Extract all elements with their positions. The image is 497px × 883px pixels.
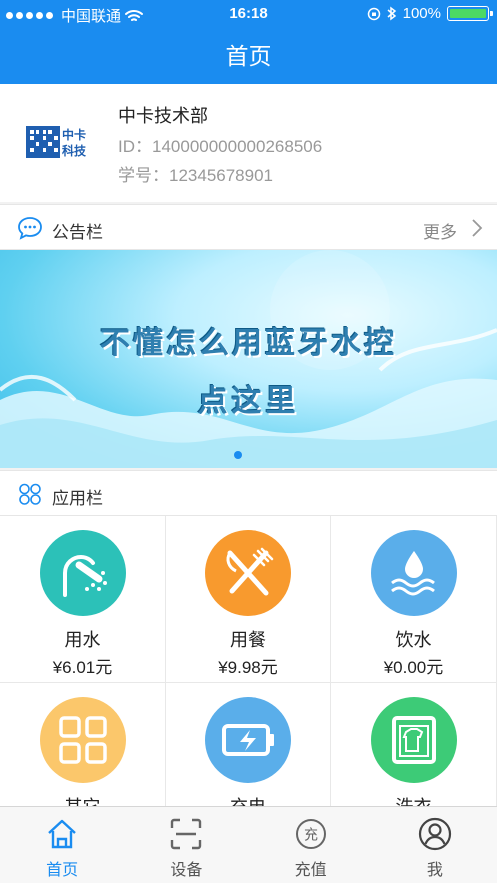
banner-subline: 点这里	[197, 385, 300, 418]
app-charging[interactable]: 充电	[166, 683, 331, 806]
app-balance: ¥0.00元	[383, 658, 444, 677]
bluetooth-icon	[387, 6, 396, 21]
water-drop-icon	[390, 551, 435, 596]
apps-grid: 用水 ¥6.01元 用餐 ¥9.98元 饮水 ¥0.00元 其它 充电 洗衣	[0, 516, 497, 806]
company-logo: 中卡 科技	[26, 124, 92, 160]
app-label: 用水	[64, 630, 101, 650]
app-icon-bg	[205, 530, 291, 616]
app-balance: ¥9.98元	[218, 658, 278, 677]
tab-bar: 首页 设备 充 充值 我	[0, 806, 497, 883]
notice-header[interactable]: 公告栏 更多	[0, 204, 497, 250]
battery-icon	[447, 6, 493, 21]
apps-header: 应用栏	[0, 470, 497, 516]
carousel-indicator	[234, 451, 242, 459]
app-label: 饮水	[395, 630, 432, 650]
apps-title: 应用栏	[52, 489, 103, 508]
app-laundry[interactable]: 洗衣	[331, 683, 497, 806]
banner-headline: 不懂怎么用蓝牙水控	[100, 327, 397, 360]
account-name: 中卡技术部	[118, 106, 208, 126]
tab-label: 设备	[170, 862, 203, 879]
battery-level	[450, 9, 486, 18]
chevron-right-icon[interactable]	[471, 218, 483, 238]
more-link[interactable]: 更多	[423, 218, 457, 243]
app-water[interactable]: 用水 ¥6.01元	[0, 516, 166, 683]
tab-home[interactable]: 首页	[0, 807, 124, 883]
notice-title: 公告栏	[52, 223, 103, 242]
app-icon-bg	[370, 697, 457, 783]
app-drinking-water[interactable]: 饮水 ¥0.00元	[331, 516, 497, 683]
grid-icon	[58, 716, 107, 764]
app-icon-bg	[39, 697, 126, 783]
battery-charge-icon	[222, 724, 274, 756]
profile-card[interactable]: 中卡 科技 中卡技术部 ID：140000000000268506 学号：123…	[0, 84, 497, 202]
app-label: 用餐	[230, 630, 266, 650]
recharge-icon: 充	[295, 819, 326, 849]
home-icon	[48, 819, 76, 849]
battery-percent: 100%	[402, 5, 441, 22]
page-title: 首页	[0, 28, 497, 84]
tab-recharge[interactable]: 充 充值	[249, 807, 373, 883]
banner-carousel[interactable]: 不懂怎么用蓝牙水控 点这里	[0, 250, 497, 468]
tab-label: 充值	[294, 862, 327, 879]
app-icon-bg	[39, 530, 126, 616]
user-icon	[418, 817, 451, 851]
app-label: 洗衣	[331, 793, 496, 806]
scan-icon	[171, 818, 202, 850]
svg-text:中卡: 中卡	[62, 127, 86, 142]
app-other[interactable]: 其它	[0, 683, 166, 806]
svg-text:科技: 科技	[62, 143, 87, 158]
student-number: 学号：12345678901	[118, 166, 274, 185]
tab-me[interactable]: 我	[373, 807, 497, 883]
tab-devices[interactable]: 设备	[124, 807, 248, 883]
account-id: ID：140000000000268506	[118, 137, 323, 156]
app-dining[interactable]: 用餐 ¥9.98元	[166, 516, 331, 683]
app-label: 充电	[166, 793, 330, 806]
chat-bubble-icon	[18, 217, 42, 240]
app-label: 其它	[0, 793, 165, 806]
tab-label: 我	[426, 862, 443, 879]
app-balance: ¥6.01元	[52, 658, 113, 677]
apps-grid-icon	[19, 483, 41, 505]
app-icon-bg	[370, 530, 457, 616]
utensils-icon	[226, 547, 274, 596]
status-right: 100%	[367, 5, 493, 22]
tab-label: 首页	[46, 862, 79, 879]
shower-icon	[62, 554, 107, 597]
status-bar: 中国联通 16:18 100%	[0, 0, 497, 28]
app-icon-bg	[205, 697, 291, 783]
orientation-lock-icon	[367, 7, 380, 20]
svg-text:充: 充	[304, 827, 318, 843]
washer-icon	[391, 716, 436, 764]
